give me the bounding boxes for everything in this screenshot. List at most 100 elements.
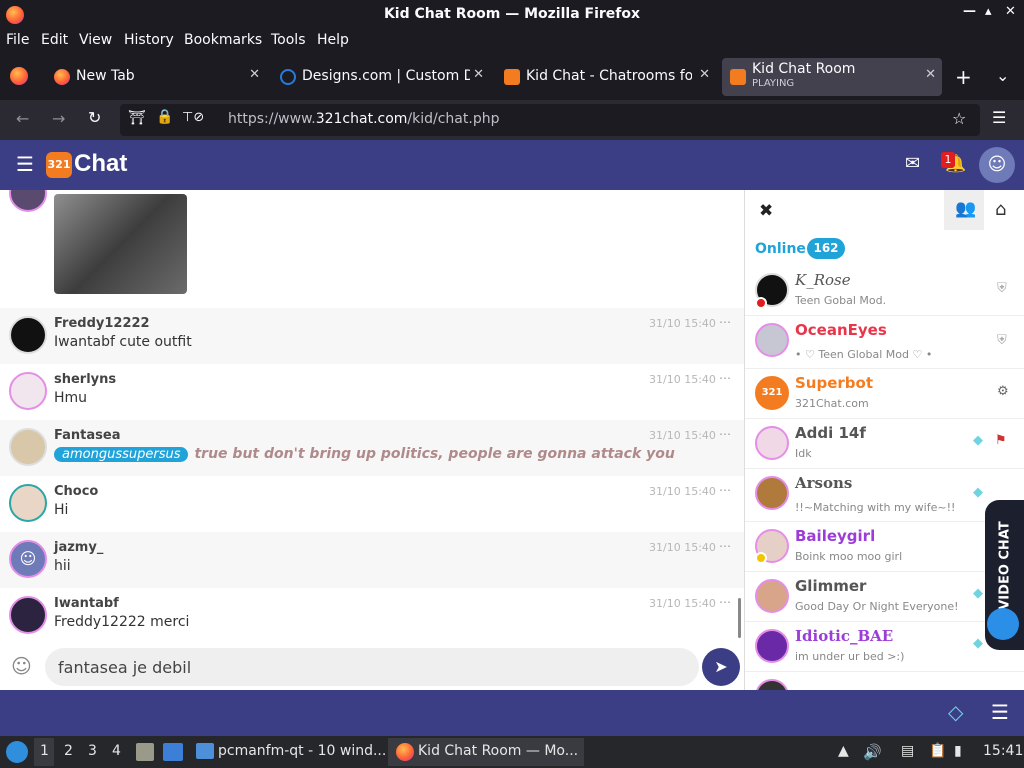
volume-icon[interactable]: 🔊 (863, 743, 882, 761)
tab-new-tab[interactable]: New Tab ✕ (46, 58, 266, 96)
users-tab[interactable]: 👥 (944, 190, 984, 230)
android-robot-icon: ⚙ (997, 384, 1009, 399)
workspace-1[interactable]: 1 (40, 743, 49, 759)
user-status: Idk (795, 447, 812, 460)
avatar[interactable] (9, 190, 47, 212)
diamond-icon[interactable]: ◇ (948, 700, 963, 724)
new-tab-plus-icon[interactable]: + (955, 65, 972, 89)
video-chat-toggle[interactable] (987, 608, 1019, 640)
user-list-item[interactable]: K_Rose Teen Gobal Mod. ⛨ (745, 266, 1024, 316)
message-more-icon[interactable]: ⋯ (719, 595, 731, 609)
shared-photo[interactable] (54, 194, 187, 294)
default-avatar-icon[interactable]: ☺ (9, 540, 47, 578)
network-icon[interactable]: ▤ (901, 743, 914, 759)
message-more-icon[interactable]: ⋯ (719, 483, 731, 497)
message-more-icon[interactable]: ⋯ (719, 427, 731, 441)
menu-bookmarks[interactable]: Bookmarks (184, 32, 262, 48)
video-chat-tab[interactable]: VIDEO CHAT (985, 500, 1024, 650)
user-avatar-icon[interactable]: ☺ (979, 147, 1015, 183)
tab-close-icon[interactable]: ✕ (473, 67, 484, 82)
envelope-icon[interactable]: ✉ (905, 153, 920, 174)
upload-icon[interactable]: ▲ (838, 743, 849, 759)
message-username[interactable]: jazmy_ (54, 540, 103, 555)
chat-scrollbar[interactable] (738, 598, 741, 638)
lock-icon[interactable]: 🔒 (156, 109, 173, 125)
message-username[interactable]: Choco (54, 484, 98, 499)
firefox-view-icon[interactable] (10, 67, 28, 85)
user-list-item[interactable]: Baileygirl Boink moo moo girl (745, 522, 1024, 572)
chat-messages[interactable]: Freddy12222 Iwantabf cute outfit 31/10 1… (0, 190, 744, 644)
taskbar-firefox[interactable]: Kid Chat Room — Mo... (418, 743, 578, 759)
close-window-icon[interactable]: ✕ (1005, 4, 1016, 19)
menu-history[interactable]: History (124, 32, 174, 48)
workspace-2[interactable]: 2 (64, 743, 73, 759)
tab-close-icon[interactable]: ✕ (699, 67, 710, 82)
avatar[interactable] (9, 484, 47, 522)
menu-lines-icon[interactable]: ☰ (991, 700, 1009, 724)
firefox-icon (396, 743, 414, 761)
user-list-item[interactable]: Arsons !!~Matching with my wife~!! ◆ (745, 469, 1024, 522)
back-arrow-icon[interactable]: ← (16, 109, 29, 128)
minimize-icon[interactable]: — (963, 4, 976, 19)
url-text[interactable]: https://www.321chat.com/kid/chat.php (228, 111, 499, 127)
permissions-icon[interactable]: ⊤⊘ (182, 110, 204, 125)
message-more-icon[interactable]: ⋯ (719, 315, 731, 329)
avatar[interactable] (9, 596, 47, 634)
hamburger-menu-icon[interactable]: ☰ (16, 152, 34, 176)
start-menu-icon[interactable] (6, 741, 28, 763)
menu-edit[interactable]: Edit (41, 32, 68, 48)
menu-help[interactable]: Help (317, 32, 349, 48)
workspace-3[interactable]: 3 (88, 743, 97, 759)
tab-close-icon[interactable]: ✕ (249, 67, 260, 82)
tab-label: Designs.com | Custom D (302, 68, 470, 84)
url-bar[interactable]: ⛩ 🔒 ⊤⊘ https://www.321chat.com/kid/chat.… (120, 104, 980, 136)
bookmark-star-icon[interactable]: ☆ (952, 109, 966, 128)
user-list-item[interactable]: Idiotic_BAE im under ur bed >:) ◆ ⚑ (745, 622, 1024, 672)
message-text: Freddy12222 merci (54, 614, 190, 630)
message-input[interactable] (45, 648, 699, 686)
message-username[interactable]: Fantasea (54, 428, 120, 443)
avatar (755, 679, 789, 690)
message-username[interactable]: sherlyns (54, 372, 116, 387)
message-username[interactable]: Iwantabf (54, 596, 119, 611)
message-more-icon[interactable]: ⋯ (719, 539, 731, 553)
menu-tools[interactable]: Tools (271, 32, 306, 48)
file-manager-launcher-icon[interactable] (136, 743, 154, 761)
workspace-4[interactable]: 4 (112, 743, 121, 759)
taskbar-file-manager[interactable]: pcmanfm-qt - 10 wind... (218, 743, 386, 759)
close-panel-icon[interactable]: ✖ (759, 201, 773, 221)
tab-designs[interactable]: Designs.com | Custom D ✕ (272, 58, 490, 96)
home-icon[interactable]: ⌂ (995, 199, 1006, 220)
maximize-icon[interactable]: ▴ (985, 4, 992, 19)
shield-icon[interactable]: ⛩ (128, 110, 146, 126)
list-tabs-chevron-icon[interactable]: ⌄ (996, 66, 1009, 85)
clipboard-icon[interactable]: 📋 (929, 743, 946, 759)
forward-arrow-icon[interactable]: → (52, 109, 65, 128)
emoji-smile-icon[interactable]: ☺ (11, 654, 32, 678)
tab-kid-chat-room[interactable]: Kid Chat Room PLAYING ✕ (722, 58, 942, 96)
diamond-icon: ◆ (973, 636, 983, 651)
desktop-icon[interactable] (163, 743, 183, 761)
tab-kid-chat[interactable]: Kid Chat - Chatrooms for ✕ (496, 58, 716, 96)
message-row: sherlyns Hmu 31/10 15:40 ⋯ (0, 364, 744, 420)
mention-tag[interactable]: amongussupersus (54, 447, 189, 462)
app-menu-icon[interactable]: ☰ (992, 108, 1006, 127)
reload-icon[interactable]: ↻ (88, 108, 101, 127)
user-list-item[interactable]: OceanEyes • ♡ Teen Global Mod ♡ • ⛨ (745, 316, 1024, 369)
tab-close-icon[interactable]: ✕ (925, 67, 936, 82)
avatar[interactable] (9, 372, 47, 410)
avatar[interactable] (9, 316, 47, 354)
send-button[interactable]: ➤ (702, 648, 740, 686)
menu-file[interactable]: File (6, 32, 29, 48)
user-list-item[interactable]: Addi 14f Idk ◆ ⚑ (745, 419, 1024, 469)
avatar[interactable] (9, 428, 47, 466)
user-list-item[interactable] (745, 672, 1024, 690)
menu-view[interactable]: View (79, 32, 112, 48)
avatar (755, 629, 789, 663)
user-list-item[interactable]: Glimmer Good Day Or Night Everyone! ◆ (745, 572, 1024, 622)
message-username[interactable]: Freddy12222 (54, 316, 150, 331)
battery-icon[interactable]: ▮ (954, 743, 962, 759)
user-list-item[interactable]: 321 Superbot 321Chat.com ⚙ (745, 369, 1024, 419)
message-more-icon[interactable]: ⋯ (719, 371, 731, 385)
message-time: 31/10 15:40 (649, 429, 716, 442)
